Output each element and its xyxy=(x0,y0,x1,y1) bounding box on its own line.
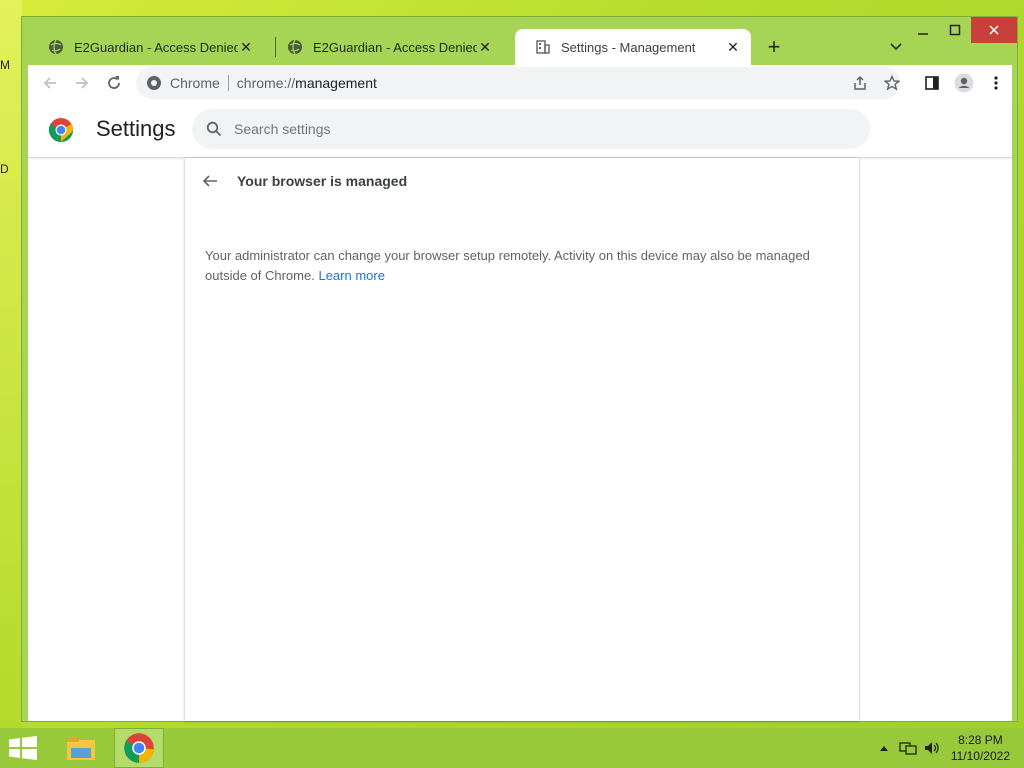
minimize-icon xyxy=(918,33,928,35)
tab-close-button[interactable]: ✕ xyxy=(725,39,741,56)
clock-time: 8:28 PM xyxy=(958,733,1003,747)
windows-start-icon[interactable] xyxy=(8,736,38,760)
maximize-button[interactable] xyxy=(939,17,971,43)
url-text: chrome://management xyxy=(236,75,377,91)
tab-title: E2Guardian - Access Denied xyxy=(74,39,238,55)
share-button[interactable] xyxy=(844,67,876,99)
card-header: Your browser is managed xyxy=(201,172,407,190)
tab-close-button[interactable]: ✕ xyxy=(238,39,254,56)
kebab-menu-icon xyxy=(994,76,998,90)
tab-search-button[interactable] xyxy=(884,35,908,59)
forward-arrow-icon xyxy=(76,77,89,89)
globe-icon xyxy=(49,39,63,55)
reload-button[interactable] xyxy=(98,67,130,99)
chrome-taskbar-button[interactable] xyxy=(114,728,164,768)
maximize-icon xyxy=(949,24,961,36)
page-title: Settings xyxy=(96,116,176,141)
file-explorer-taskbar-button[interactable] xyxy=(56,728,106,768)
menu-button[interactable] xyxy=(980,67,1012,99)
avatar-icon xyxy=(954,73,974,93)
close-window-button[interactable] xyxy=(971,17,1017,43)
search-icon xyxy=(206,121,222,137)
globe-icon xyxy=(288,39,302,55)
card-title: Your browser is managed xyxy=(237,173,408,189)
clock[interactable]: 8:28 PM 11/10/2022 xyxy=(951,732,1010,764)
side-panel-icon xyxy=(925,76,939,90)
minimize-button[interactable] xyxy=(907,17,939,43)
tab-settings-management[interactable]: Settings - Management ✕ xyxy=(515,29,751,65)
taskbar: 8:28 PM 11/10/2022 xyxy=(0,728,1024,768)
tab-title: E2Guardian - Access Denied xyxy=(313,39,477,55)
settings-page: Settings Your browser is managed Your ad… xyxy=(28,101,1012,721)
desktop-background xyxy=(0,0,22,728)
clock-date: 11/10/2022 xyxy=(950,749,1010,763)
close-icon xyxy=(989,25,999,35)
network-icon[interactable] xyxy=(899,740,917,756)
omnibox-divider xyxy=(227,75,229,91)
volume-icon[interactable] xyxy=(923,740,941,756)
tab-close-button[interactable]: ✕ xyxy=(477,39,493,56)
profile-button[interactable] xyxy=(948,67,980,99)
address-bar[interactable]: Chrome chrome://management xyxy=(136,67,900,99)
system-tray: 8:28 PM 11/10/2022 xyxy=(879,728,1010,768)
chrome-logo-icon xyxy=(124,733,154,763)
description-text: Your administrator can change your brows… xyxy=(205,248,810,283)
show-hidden-icons-icon[interactable] xyxy=(879,744,889,752)
chrome-site-icon xyxy=(147,76,161,90)
management-card: Your browser is managed Your administrat… xyxy=(185,158,859,721)
learn-more-link[interactable]: Learn more xyxy=(318,268,384,283)
settings-search-box[interactable] xyxy=(192,109,870,149)
reload-icon xyxy=(108,76,120,89)
site-label: Chrome xyxy=(170,75,220,91)
folder-icon xyxy=(67,737,95,760)
forward-button[interactable] xyxy=(66,67,98,99)
tab-e2guardian-2[interactable]: E2Guardian - Access Denied ✕ xyxy=(267,29,503,65)
desktop-icon-label: D xyxy=(0,162,9,176)
tab-title: Settings - Management xyxy=(561,39,696,55)
chevron-down-icon xyxy=(890,43,902,51)
search-input[interactable] xyxy=(232,120,836,138)
window-controls xyxy=(907,17,1017,47)
back-arrow-icon[interactable] xyxy=(201,172,219,190)
chrome-logo-icon xyxy=(48,118,74,142)
settings-header: Settings xyxy=(28,101,1012,158)
star-icon xyxy=(884,75,900,91)
back-arrow-icon xyxy=(43,77,56,89)
share-icon xyxy=(854,75,866,90)
desktop-icon-label: M xyxy=(0,58,10,72)
back-button[interactable] xyxy=(34,67,66,99)
browser-window: E2Guardian - Access Denied ✕ E2Guardian … xyxy=(21,16,1018,722)
bookmark-button[interactable] xyxy=(876,67,908,99)
new-tab-button[interactable]: + xyxy=(762,34,786,59)
management-description: Your administrator can change your brows… xyxy=(205,246,825,286)
side-panel-button[interactable] xyxy=(916,67,948,99)
building-icon xyxy=(536,40,550,54)
tab-e2guardian-1[interactable]: E2Guardian - Access Denied ✕ xyxy=(28,29,264,65)
toolbar-right-actions xyxy=(844,65,1012,101)
browser-toolbar: Chrome chrome://management xyxy=(28,65,1012,101)
